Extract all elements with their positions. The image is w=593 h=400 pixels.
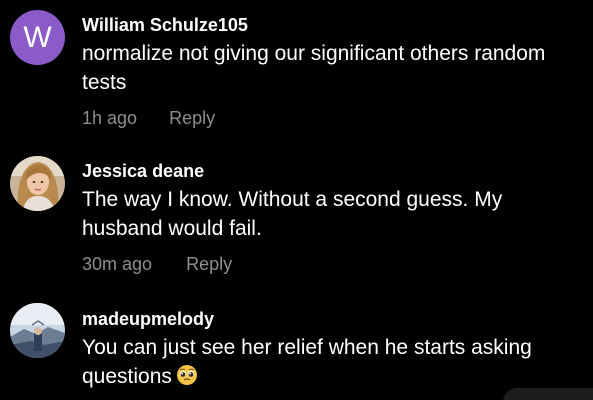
comment-meta: 30m ago Reply — [82, 253, 585, 275]
avatar-letter: W — [23, 21, 52, 54]
pleading-face-emoji-icon — [176, 365, 197, 385]
timestamp: 1h ago — [82, 108, 138, 128]
overlay-corner — [503, 388, 593, 400]
comment-meta: 1h ago Reply — [82, 107, 585, 129]
comment-text: You can just see her relief when he star… — [82, 333, 585, 391]
reply-button[interactable]: Reply — [169, 107, 215, 129]
username[interactable]: madeupmelody — [82, 308, 585, 330]
comment-text-content: You can just see her relief when he star… — [82, 336, 532, 388]
comment-body: William Schulze105 normalize not giving … — [82, 14, 585, 129]
profile-photo-icon — [10, 156, 65, 211]
comment-text: The way I know. Without a second guess. … — [82, 188, 503, 240]
comment-list: W William Schulze105 normalize not givin… — [0, 0, 593, 400]
reply-button[interactable]: Reply — [186, 253, 232, 275]
comment-body: Jessica deane The way I know. Without a … — [82, 160, 585, 275]
comment-text: normalize not giving our significant oth… — [82, 42, 546, 94]
avatar[interactable] — [10, 156, 65, 211]
timestamp: 30m ago — [82, 254, 153, 274]
username[interactable]: William Schulze105 — [82, 14, 585, 36]
avatar[interactable] — [10, 303, 65, 358]
profile-photo-icon — [10, 303, 65, 358]
username[interactable]: Jessica deane — [82, 160, 585, 182]
avatar[interactable]: W — [10, 10, 65, 65]
comment-body: madeupmelody You can just see her relief… — [82, 308, 585, 391]
